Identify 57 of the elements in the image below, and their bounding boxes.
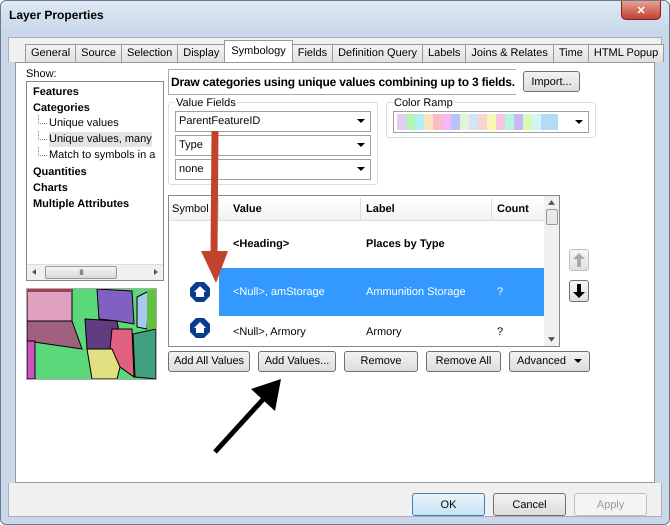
table-row[interactable]: <Null>, Armory Armory ? — [219, 316, 544, 338]
tree-item[interactable]: Charts — [33, 180, 68, 196]
scroll-left-icon[interactable] — [32, 269, 36, 276]
caret-icon — [575, 120, 583, 124]
group-label: Value Fields — [175, 96, 237, 109]
tab[interactable]: Definition Query — [332, 44, 423, 62]
tab[interactable]: General — [25, 44, 76, 62]
dialog-button[interactable]: Cancel — [493, 493, 566, 516]
tab[interactable]: HTML Popup — [588, 44, 664, 62]
action-button[interactable]: Remove All — [426, 350, 501, 372]
tree-item[interactable]: Categories — [33, 100, 90, 116]
table-row[interactable]: <Heading> Places by Type — [219, 220, 544, 268]
tab[interactable]: Labels — [422, 44, 466, 62]
tab[interactable]: Time — [552, 44, 589, 62]
description-text: Draw categories using unique values combining up to 3 fields. — [168, 68, 516, 95]
caret-icon — [357, 143, 365, 148]
tree-item[interactable]: Multiple Attributes — [33, 196, 130, 212]
scroll-thumb[interactable]: III — [45, 266, 117, 279]
tab[interactable]: Symbology — [224, 40, 293, 62]
window-title: Layer Properties — [9, 8, 104, 22]
color-ramp-dropdown[interactable] — [393, 110, 589, 133]
value-field-dropdown[interactable]: none — [175, 158, 371, 180]
tree-item[interactable]: Match to symbols in a — [49, 148, 156, 164]
move-down-button[interactable] — [569, 280, 589, 302]
scroll-down-icon[interactable] — [548, 336, 555, 342]
tree-item[interactable]: Unique values — [49, 116, 119, 132]
group-label: Color Ramp — [393, 96, 454, 109]
action-button[interactable]: Advanced — [509, 350, 590, 372]
tab[interactable]: Joins & Relates — [465, 44, 554, 62]
import-button[interactable]: Import... — [523, 71, 580, 92]
column-header[interactable]: Symbol — [169, 198, 219, 220]
house-icon — [190, 318, 210, 338]
value-field-dropdown[interactable]: Type — [175, 134, 371, 156]
tab[interactable]: Selection — [121, 44, 178, 62]
scroll-right-icon[interactable] — [154, 269, 158, 276]
tab[interactable]: Source — [75, 44, 122, 62]
horizontal-scrollbar[interactable]: III — [27, 264, 163, 280]
tab[interactable]: Fields — [292, 44, 334, 62]
tree-item[interactable]: Features — [33, 84, 79, 100]
dialog-button[interactable]: OK — [412, 493, 485, 516]
value-field-dropdown[interactable]: ParentFeatureID — [175, 110, 371, 132]
caret-icon — [357, 119, 365, 124]
scroll-up-icon[interactable] — [548, 200, 555, 205]
action-button[interactable]: Remove — [344, 350, 418, 372]
vertical-scrollbar[interactable] — [544, 196, 559, 346]
house-icon — [190, 282, 210, 302]
tree-item[interactable]: Quantities — [33, 164, 87, 180]
scroll-thumb[interactable] — [546, 208, 558, 225]
caret-icon — [357, 167, 365, 172]
action-button[interactable]: Add All Values — [168, 350, 250, 372]
caret-icon — [574, 359, 582, 364]
action-button[interactable]: Add Values... — [258, 350, 336, 372]
column-header[interactable]: Value — [219, 198, 361, 220]
column-header[interactable]: Label — [361, 198, 492, 220]
show-label: Show: — [26, 66, 58, 81]
tree-item[interactable]: Unique values, many — [49, 132, 152, 148]
tab[interactable]: Display — [177, 44, 226, 62]
